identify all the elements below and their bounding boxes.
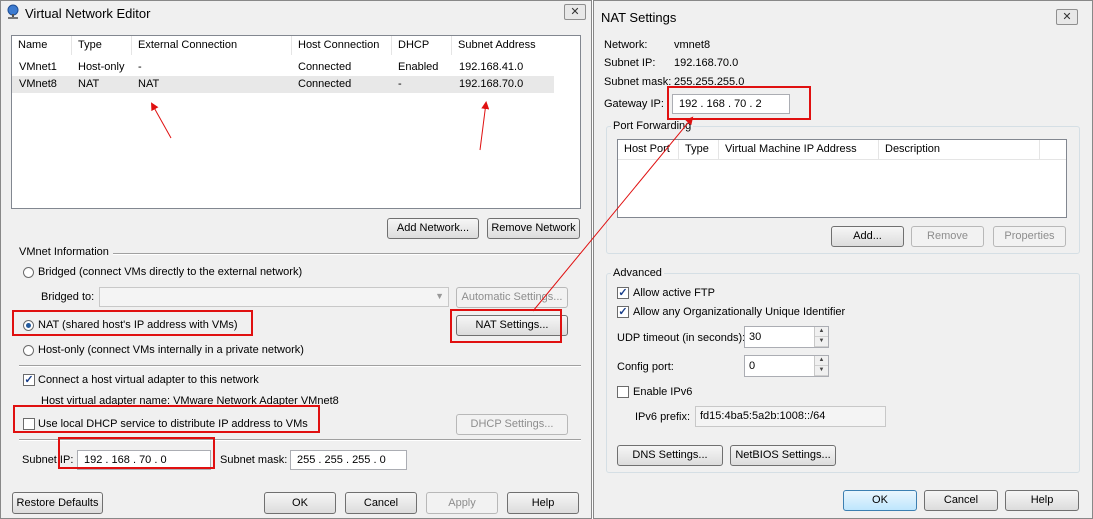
arrow-to-nat-type [151, 102, 172, 139]
arrow-to-subnet-address [479, 101, 490, 151]
annotation-arrows [151, 101, 694, 312]
arrow-to-gateway [532, 116, 694, 312]
